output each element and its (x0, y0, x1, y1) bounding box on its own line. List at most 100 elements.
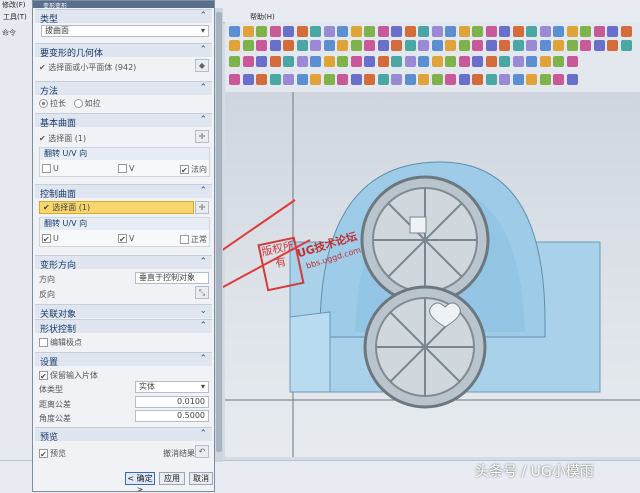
reverse-direction-button[interactable]: ⤡ (195, 286, 209, 299)
control-flip-group: 翻转 U/V 向 ✔ U ✔ V 正常 (39, 217, 210, 247)
ok-button[interactable]: < 确定 > (125, 472, 155, 491)
select-control-face-button[interactable]: ✛ (195, 201, 209, 214)
control-normal-option[interactable]: 正常 (180, 234, 207, 245)
collapse-chevron-icon[interactable]: ⌃ (199, 354, 207, 364)
distance-tolerance-label: 距离公差 (39, 400, 71, 409)
preview-option[interactable]: ✔ 预览 (39, 448, 66, 459)
collapse-chevron-icon[interactable]: ⌃ (199, 45, 207, 55)
check-icon: ✔ (39, 134, 46, 143)
section-method-title: 方法 (40, 87, 59, 97)
section-direction-title: 变形方向 (40, 261, 77, 271)
check-icon: ✔ (39, 63, 46, 72)
method-options: 拉长 如拉 (39, 98, 101, 109)
collapse-chevron-icon[interactable]: ⌃ (199, 429, 207, 439)
base-v-label: V (129, 164, 135, 173)
dialog-titlebar: 变形变形 (33, 1, 214, 10)
preview-label: 预览 (50, 449, 66, 458)
control-normal-label: 正常 (191, 235, 207, 244)
section-preview[interactable]: 预览 ⌃ (35, 427, 212, 443)
scrollbar-thumb[interactable] (216, 12, 222, 452)
preview-checkbox[interactable]: ✔ (39, 449, 48, 459)
body-type-label: 体类型 (39, 385, 63, 394)
base-v-checkbox[interactable] (118, 164, 127, 173)
select-base-face-button[interactable]: ✛ (195, 130, 209, 143)
section-base-title: 基本曲面 (40, 119, 77, 129)
geometry-selection-text: 选择面或小平面体 (942) (48, 63, 137, 72)
section-method[interactable]: 方法 ⌃ (35, 81, 212, 97)
dialog-scrollbar[interactable] (215, 8, 223, 462)
base-u-checkbox[interactable] (42, 164, 51, 173)
expand-chevron-icon[interactable]: ⌄ (199, 306, 207, 316)
deform-dialog: 变形变形 类型 ⌃ 拔曲面 ▾ 要变形的几何体 ⌃ ✔ 选择面或小平面体 (942) … (32, 0, 215, 492)
section-type[interactable]: 类型 ⌃ (35, 9, 212, 25)
base-flip-label: 翻转 U/V 向 (40, 148, 209, 160)
collapse-chevron-icon[interactable]: ⌃ (199, 83, 207, 93)
control-v-checkbox[interactable]: ✔ (118, 234, 127, 244)
section-type-title: 类型 (40, 15, 59, 25)
direction-dropdown-value: 垂直于控制对象 (139, 273, 195, 282)
section-settings-title: 设置 (40, 358, 59, 368)
check-icon: ✔ (43, 203, 50, 212)
apply-button[interactable]: 应用 (159, 472, 185, 485)
collapse-chevron-icon[interactable]: ⌃ (199, 257, 207, 267)
method-option-stretch: 拉长 (50, 99, 66, 108)
distance-tolerance-input[interactable]: 0.0100 (135, 396, 209, 408)
section-geometry[interactable]: 要变形的几何体 ⌃ (35, 43, 212, 59)
base-u-option[interactable]: U (42, 164, 59, 173)
keep-input-option[interactable]: ✔ 保留输入片体 (39, 370, 98, 381)
base-normal-option[interactable]: ✔ 法向 (180, 164, 207, 175)
control-selection-text: 选择面 (1) (52, 203, 91, 212)
section-direction[interactable]: 变形方向 ⌃ (35, 255, 212, 271)
method-radio-stretch[interactable] (39, 99, 48, 108)
collapse-chevron-icon[interactable]: ⌃ (199, 11, 207, 21)
section-associated[interactable]: 关联对象 ⌄ (35, 304, 212, 320)
control-u-checkbox[interactable]: ✔ (42, 234, 51, 244)
section-base-surface[interactable]: 基本曲面 ⌃ (35, 113, 212, 129)
section-control-title: 控制曲面 (40, 190, 77, 200)
method-radio-pull[interactable] (73, 99, 83, 108)
type-dropdown-value: 拔曲面 (45, 26, 69, 35)
dropdown-arrow-icon: ▾ (200, 26, 205, 35)
section-preview-title: 预览 (40, 433, 59, 443)
control-v-option[interactable]: ✔ V (118, 234, 135, 244)
edit-poles-option[interactable]: 编辑极点 (39, 337, 82, 348)
watermark: 头条号 / UG小模雨 (475, 464, 594, 480)
select-body-button[interactable]: ◆ (195, 59, 209, 72)
method-option-pull: 如拉 (84, 99, 101, 108)
edit-poles-label: 编辑极点 (50, 338, 82, 347)
undo-result-button[interactable]: ↶ (195, 445, 209, 458)
keep-input-label: 保留输入片体 (50, 371, 98, 380)
base-v-option[interactable]: V (118, 164, 134, 173)
section-control-surface[interactable]: 控制曲面 ⌃ (35, 184, 212, 200)
angle-tolerance-input[interactable]: 0.5000 (135, 410, 209, 422)
control-flip-label: 翻转 U/V 向 (40, 218, 209, 230)
geometry-selection[interactable]: ✔ 选择面或小平面体 (942) (39, 62, 136, 73)
base-flip-group: 翻转 U/V 向 U V ✔ 法向 (39, 147, 210, 177)
control-v-label: V (129, 234, 135, 243)
control-u-option[interactable]: ✔ U (42, 234, 59, 244)
angle-tolerance-label: 角度公差 (39, 414, 71, 423)
base-selection-text: 选择面 (1) (48, 134, 87, 143)
body-type-value: 实体 (139, 382, 155, 391)
direction-label: 方向 (39, 275, 55, 284)
collapse-chevron-icon[interactable]: ⌃ (199, 115, 207, 125)
body-type-dropdown[interactable]: 实体 ▾ (135, 381, 209, 393)
cancel-button[interactable]: 取消 (189, 472, 213, 485)
edit-poles-checkbox[interactable] (39, 338, 48, 347)
section-settings[interactable]: 设置 ⌃ (35, 352, 212, 368)
keep-input-checkbox[interactable]: ✔ (39, 371, 48, 381)
dropdown-arrow-icon: ▾ (200, 382, 205, 391)
control-u-label: U (53, 234, 59, 243)
collapse-chevron-icon[interactable]: ⌃ (199, 186, 207, 196)
section-shape[interactable]: 形状控制 ⌃ (35, 319, 212, 335)
control-selection[interactable]: ✔ 选择面 (1) (39, 201, 194, 214)
type-dropdown[interactable]: 拔曲面 ▾ (41, 25, 209, 37)
base-normal-checkbox[interactable]: ✔ (180, 165, 189, 175)
section-geometry-title: 要变形的几何体 (40, 49, 104, 59)
base-u-label: U (53, 164, 59, 173)
control-normal-checkbox[interactable] (180, 235, 189, 244)
direction-dropdown[interactable]: 垂直于控制对象 (135, 272, 209, 284)
base-selection[interactable]: ✔ 选择面 (1) (39, 133, 86, 144)
collapse-chevron-icon[interactable]: ⌃ (199, 321, 207, 331)
undo-result-label: 撤消结果 (163, 449, 195, 458)
